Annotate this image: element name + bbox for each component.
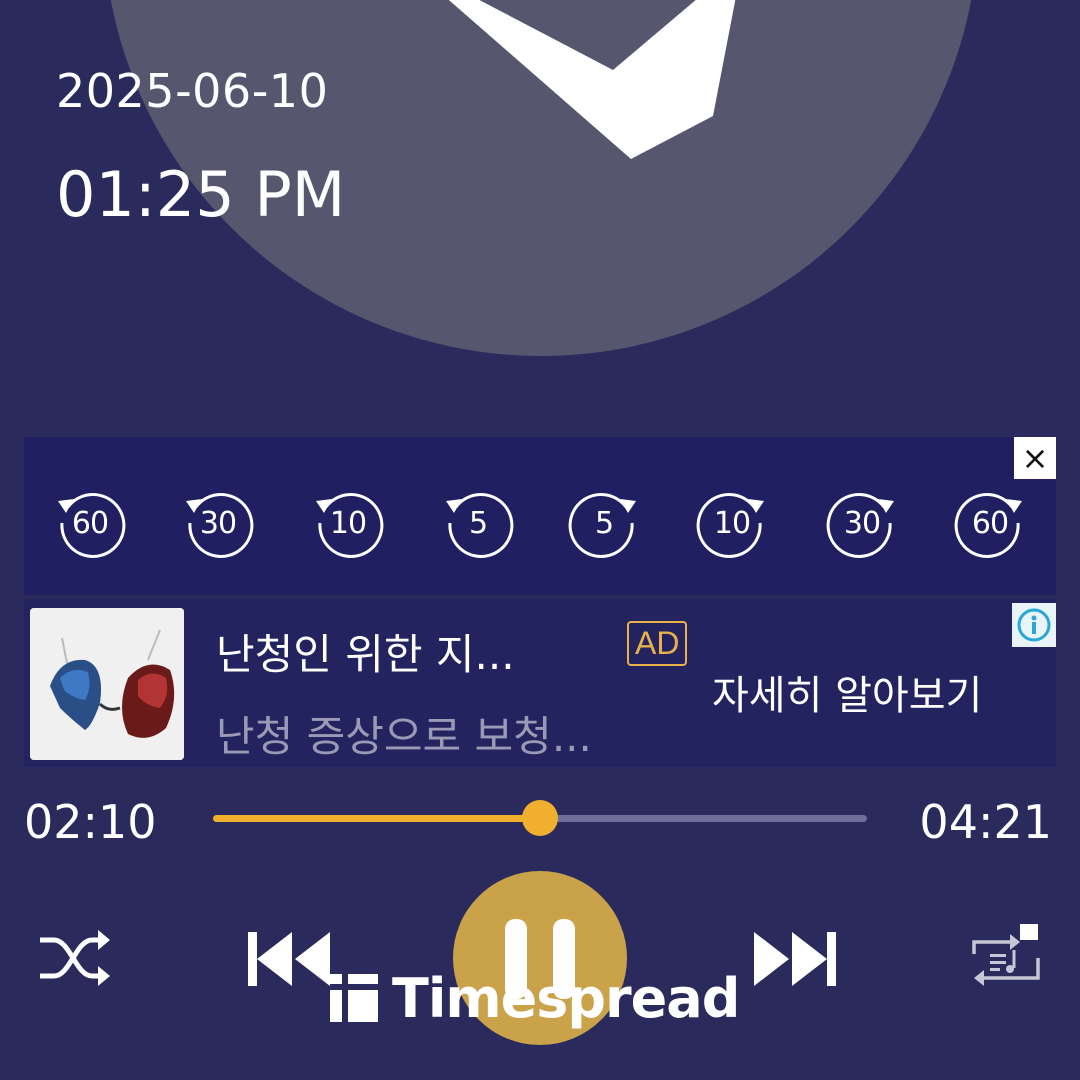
- previous-icon: [248, 932, 330, 986]
- next-button[interactable]: [752, 930, 838, 988]
- seek-label: 30: [843, 505, 881, 541]
- seek-back-30-button[interactable]: 30: [182, 487, 254, 559]
- seek-forward-60-button[interactable]: 60: [954, 487, 1026, 559]
- watermark: Timespread: [330, 966, 740, 1030]
- shuffle-button[interactable]: [36, 922, 112, 994]
- close-seek-panel-button[interactable]: ×: [1014, 437, 1056, 479]
- watermark-logo-icon: [330, 974, 378, 1022]
- ad-banner[interactable]: 난청인 위한 지... AD 난청 증상으로 보청... 자세히 알아보기: [24, 599, 1056, 767]
- seek-back-60-button[interactable]: 60: [54, 487, 126, 559]
- seek-forward-5-button[interactable]: 5: [568, 487, 640, 559]
- playlist-repeat-icon: [972, 924, 1040, 986]
- seek-label: 60: [971, 505, 1009, 541]
- info-icon[interactable]: [1012, 603, 1056, 647]
- current-time-clock: 01:25 PM: [56, 158, 346, 231]
- seek-label: 5: [594, 505, 614, 541]
- hearing-aid-image: [30, 608, 184, 760]
- seek-back-10-button[interactable]: 10: [312, 487, 384, 559]
- total-duration: 04:21: [919, 795, 1052, 849]
- seek-label: 10: [329, 505, 367, 541]
- repeat-playlist-button[interactable]: [968, 920, 1044, 996]
- close-icon: ×: [1021, 439, 1049, 477]
- seek-label: 5: [468, 505, 488, 541]
- progress-fill: [213, 815, 540, 822]
- seek-forward-30-button[interactable]: 30: [826, 487, 898, 559]
- current-date: 2025-06-10: [56, 64, 329, 118]
- seek-label: 30: [199, 505, 237, 541]
- ad-learn-more-button[interactable]: 자세히 알아보기: [712, 663, 982, 721]
- progress-thumb[interactable]: [522, 800, 558, 836]
- ad-title: 난청인 위한 지...: [216, 630, 515, 679]
- seek-panel: × 60 30 10 5 5 10 30 60: [24, 437, 1056, 595]
- progress-slider[interactable]: [213, 800, 867, 836]
- shuffle-icon: [40, 930, 110, 986]
- ad-subtitle: 난청 증상으로 보청...: [216, 712, 592, 761]
- watermark-text: Timespread: [392, 966, 740, 1030]
- seek-forward-10-button[interactable]: 10: [696, 487, 768, 559]
- next-icon: [754, 932, 836, 986]
- seek-back-5-button[interactable]: 5: [442, 487, 514, 559]
- elapsed-time: 02:10: [24, 795, 157, 849]
- seek-label: 10: [713, 505, 751, 541]
- ad-badge: AD: [627, 621, 688, 666]
- previous-button[interactable]: [246, 930, 332, 988]
- ad-image: [30, 608, 184, 760]
- seek-label: 60: [71, 505, 109, 541]
